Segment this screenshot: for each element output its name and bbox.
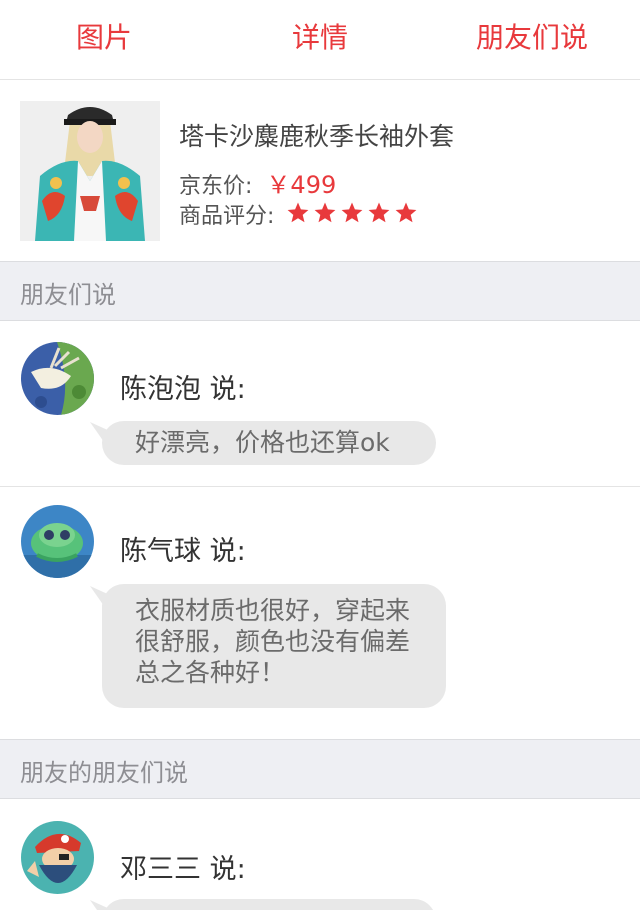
avatar[interactable] (21, 821, 94, 894)
comment-text-line: 衣服材质也很好，穿起来 (135, 596, 411, 625)
star-icon (287, 202, 308, 223)
tab-details[interactable]: 详情 (216, 0, 424, 78)
comment-item: 陈泡泡 说: 好漂亮，价格也还算ok (0, 321, 640, 487)
star-icon (341, 202, 362, 223)
comment-item: 邓三三 说: (0, 799, 640, 910)
comment-text: 好漂亮，价格也还算ok (135, 428, 390, 457)
star-icon (368, 202, 389, 223)
comment-text-line: 总之各种好！ (135, 658, 286, 687)
section-header-friends: 朋友们说 (0, 261, 640, 321)
price-value: ￥499 (266, 171, 337, 199)
comment-bubble: 衣服材质也很好，穿起来 很舒服，颜色也没有偏差 总之各种好！ (102, 584, 446, 708)
comment-author: 陈泡泡 说: (120, 374, 246, 405)
price-label: 京东价: (179, 174, 253, 199)
tab-images[interactable]: 图片 (0, 0, 208, 78)
top-tab-bar: 图片 详情 朋友们说 (0, 0, 640, 80)
rating-label: 商品评分: (179, 204, 275, 229)
section-title: 朋友们说 (20, 281, 116, 309)
tab-friends-say[interactable]: 朋友们说 (424, 0, 640, 78)
product-summary[interactable]: 塔卡沙麋鹿秋季长袖外套 京东价: ￥499 商品评分: (0, 81, 640, 261)
avatar[interactable] (21, 342, 94, 415)
star-icon (314, 202, 335, 223)
star-icon (395, 202, 416, 223)
section-title: 朋友的朋友们说 (20, 759, 188, 787)
section-header-friends-of-friends: 朋友的朋友们说 (0, 739, 640, 799)
comment-author: 邓三三 说: (120, 854, 246, 885)
comment-bubble: 好漂亮，价格也还算ok (102, 421, 436, 465)
product-image[interactable] (20, 101, 160, 241)
rating-stars (286, 201, 421, 229)
rating-row: 商品评分: (179, 198, 421, 230)
price-row: 京东价: ￥499 (179, 165, 336, 200)
comment-bubble (102, 899, 436, 910)
product-name: 塔卡沙麋鹿秋季长袖外套 (179, 122, 455, 151)
comment-text-line: 很舒服，颜色也没有偏差 (135, 627, 411, 656)
avatar[interactable] (21, 505, 94, 578)
comment-item: 陈气球 说: 衣服材质也很好，穿起来 很舒服，颜色也没有偏差 总之各种好！ (0, 487, 640, 739)
comment-author: 陈气球 说: (120, 536, 246, 567)
